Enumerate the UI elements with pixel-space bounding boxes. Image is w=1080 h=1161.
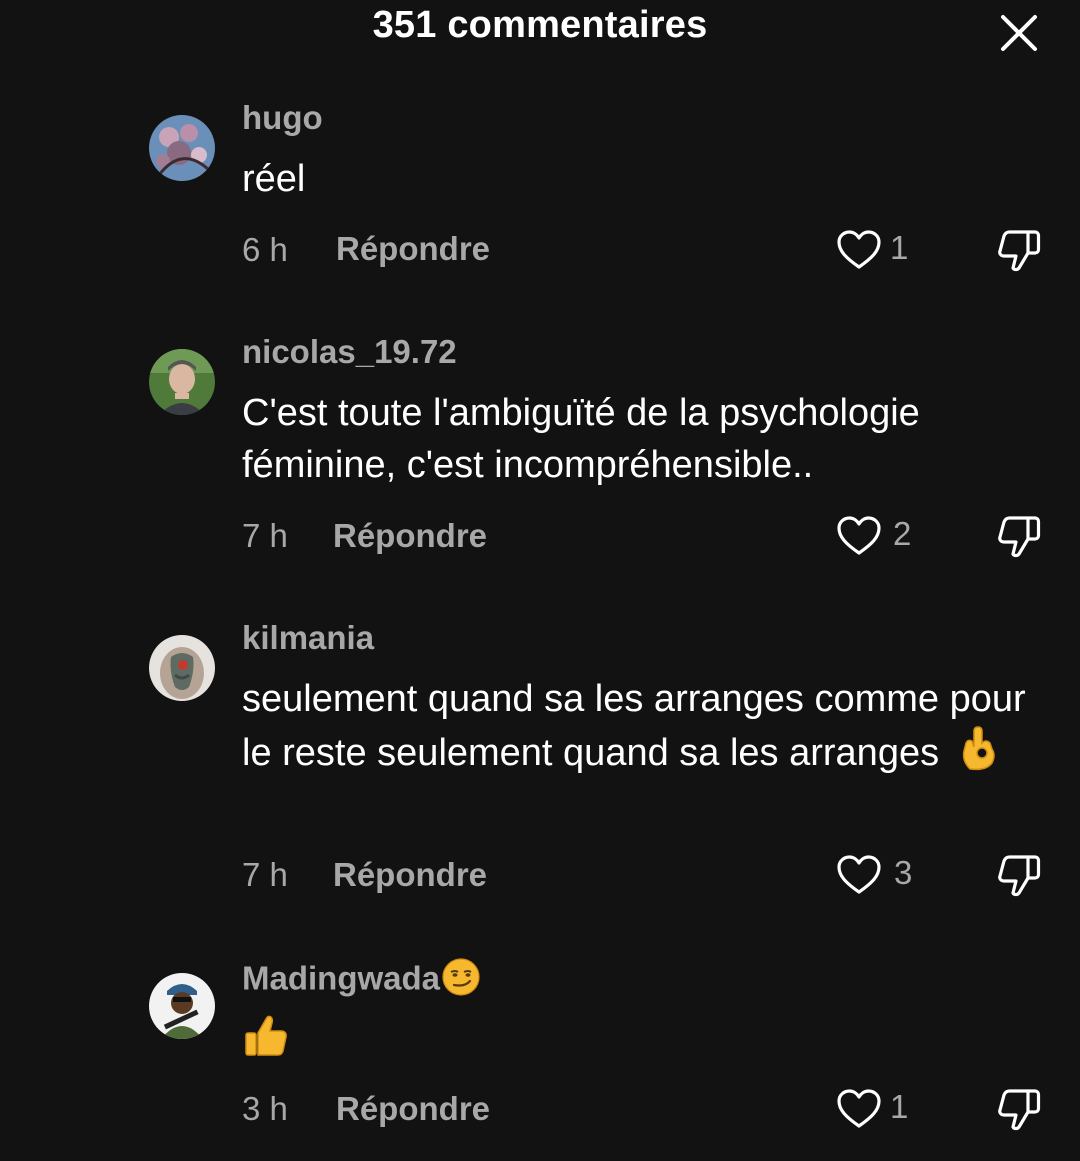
like-count: 1: [890, 229, 909, 266]
like-count: 1: [890, 1088, 909, 1125]
heart-icon: [837, 516, 881, 555]
comment-time: 7 h: [242, 517, 288, 554]
dislike-button[interactable]: [995, 226, 1043, 274]
like-count: 3: [894, 854, 913, 891]
close-button[interactable]: [998, 12, 1040, 54]
dislike-button[interactable]: [995, 1085, 1043, 1133]
close-icon: [1001, 15, 1037, 51]
comment-text: réel: [242, 158, 306, 200]
reply-button[interactable]: Répondre: [333, 517, 487, 555]
heart-icon: [837, 230, 881, 269]
comments-count-title: 351 commentaires: [372, 4, 708, 46]
like-button[interactable]: 2: [836, 513, 916, 561]
dislike-button[interactable]: [995, 512, 1043, 560]
reply-button[interactable]: Répondre: [336, 1090, 490, 1128]
reply-button[interactable]: Répondre: [333, 856, 487, 894]
comment-username[interactable]: nicolas_19.72: [242, 333, 457, 371]
comment-text-body: seulement quand sa les arranges comme po…: [242, 678, 1026, 775]
thumbs-down-icon: [998, 230, 1041, 272]
ok-hand-emoji: [960, 725, 998, 785]
like-button[interactable]: 1: [836, 1086, 916, 1134]
avatar[interactable]: [149, 635, 215, 701]
comment-time: 6 h: [242, 231, 288, 268]
dislike-button[interactable]: [995, 851, 1043, 899]
avatar[interactable]: [149, 115, 215, 181]
heart-icon: [837, 1089, 881, 1128]
avatar[interactable]: [149, 973, 215, 1039]
avatar[interactable]: [149, 349, 215, 415]
comment-text: [242, 1011, 1042, 1073]
comment-text: C'est toute l'ambiguïté de la psychologi…: [242, 392, 920, 486]
comments-header: 351 commentaires: [0, 0, 1080, 60]
comment-username[interactable]: kilmania: [242, 619, 374, 657]
comment-username[interactable]: hugo: [242, 99, 323, 137]
comment-username[interactable]: Madingwada: [242, 957, 481, 1005]
heart-icon: [837, 855, 881, 894]
thumbs-down-icon: [998, 855, 1041, 897]
thumbs-up-emoji: [242, 1011, 290, 1073]
smirking-face-emoji: [441, 957, 481, 1005]
comment-text: seulement quand sa les arranges comme po…: [242, 673, 1042, 785]
like-button[interactable]: 3: [836, 852, 916, 900]
comment-username-text: Madingwada: [242, 959, 441, 997]
reply-button[interactable]: Répondre: [336, 230, 490, 268]
like-button[interactable]: 1: [836, 227, 916, 275]
thumbs-down-icon: [998, 1089, 1041, 1131]
comment-time: 7 h: [242, 856, 288, 893]
comment-time: 3 h: [242, 1090, 288, 1127]
thumbs-down-icon: [998, 516, 1041, 558]
like-count: 2: [893, 515, 912, 552]
